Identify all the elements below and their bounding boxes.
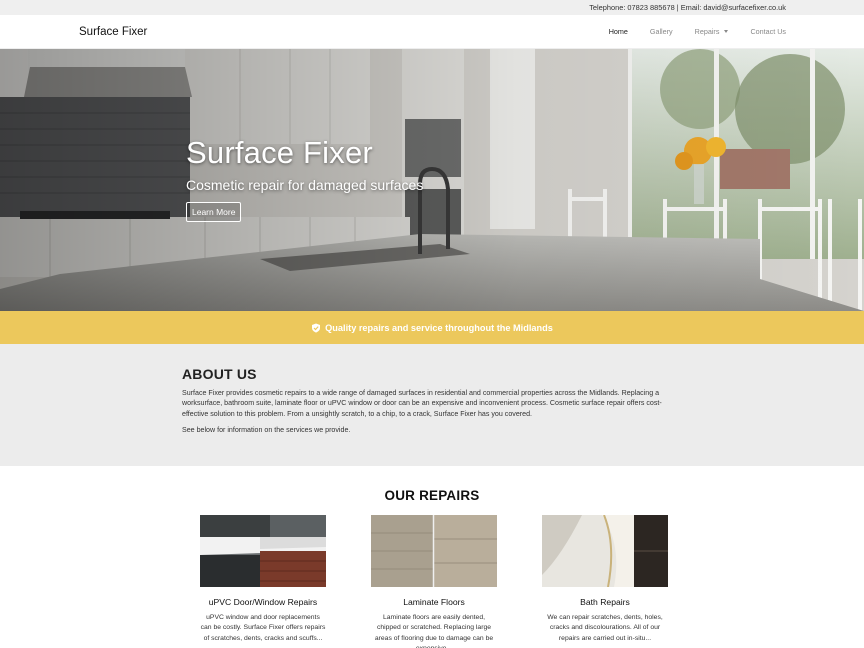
hero-kitchen-image bbox=[0, 49, 864, 311]
repair-card-bath[interactable]: Bath Repairs We can repair scratches, de… bbox=[542, 515, 668, 648]
card-title[interactable]: Bath Repairs bbox=[542, 597, 668, 607]
nav-gallery[interactable]: Gallery bbox=[650, 27, 673, 36]
banner-text: Quality repairs and service throughout t… bbox=[325, 322, 553, 333]
about-note: See below for information on the service… bbox=[182, 426, 351, 435]
hero-subtitle: Cosmetic repair for damaged surfaces bbox=[186, 177, 424, 193]
card-title[interactable]: Laminate Floors bbox=[371, 597, 497, 607]
upvc-window-image[interactable] bbox=[200, 515, 326, 587]
repair-cards: uPVC Door/Window Repairs uPVC window and… bbox=[0, 515, 864, 648]
bath-image[interactable] bbox=[542, 515, 668, 587]
quality-banner: Quality repairs and service throughout t… bbox=[0, 311, 864, 344]
card-text: Laminate floors are easily dented, chipp… bbox=[374, 614, 494, 648]
learn-more-button[interactable]: Learn More bbox=[186, 202, 242, 222]
top-contact-bar: Telephone: 07823 885678 | Email: david@s… bbox=[0, 0, 864, 15]
repairs-section: OUR REPAIRS uPVC Door/Window Repairs uPV… bbox=[0, 466, 864, 648]
nav-repairs[interactable]: Repairs bbox=[695, 27, 729, 36]
hero-title: Surface Fixer bbox=[186, 135, 373, 170]
nav-home[interactable]: Home bbox=[609, 27, 628, 36]
brand-logo[interactable]: Surface Fixer bbox=[79, 26, 147, 38]
card-text: We can repair scratches, dents, holes, c… bbox=[547, 614, 663, 642]
repair-card-upvc[interactable]: uPVC Door/Window Repairs uPVC window and… bbox=[200, 515, 326, 648]
laminate-floor-image[interactable] bbox=[371, 515, 497, 587]
main-nav: Home Gallery Repairs Contact Us bbox=[587, 27, 786, 36]
card-title[interactable]: uPVC Door/Window Repairs bbox=[200, 597, 326, 607]
about-section: ABOUT US Surface Fixer provides cosmetic… bbox=[0, 344, 864, 466]
about-body: Surface Fixer provides cosmetic repairs … bbox=[182, 389, 662, 418]
hero-section: Surface Fixer Cosmetic repair for damage… bbox=[0, 49, 864, 311]
navbar: Surface Fixer Home Gallery Repairs Conta… bbox=[0, 15, 864, 49]
shield-check-icon bbox=[312, 323, 321, 333]
chevron-down-icon bbox=[724, 30, 729, 33]
about-heading: ABOUT US bbox=[182, 366, 257, 382]
card-text: uPVC window and door replacements can be… bbox=[200, 614, 326, 642]
nav-repairs-label: Repairs bbox=[694, 27, 720, 36]
contact-info: Telephone: 07823 885678 | Email: david@s… bbox=[589, 3, 786, 12]
hero-content: Surface Fixer Cosmetic repair for damage… bbox=[186, 135, 423, 222]
repair-card-laminate[interactable]: Laminate Floors Laminate floors are easi… bbox=[371, 515, 497, 648]
nav-contact[interactable]: Contact Us bbox=[750, 27, 786, 36]
repairs-heading: OUR REPAIRS bbox=[384, 488, 480, 503]
